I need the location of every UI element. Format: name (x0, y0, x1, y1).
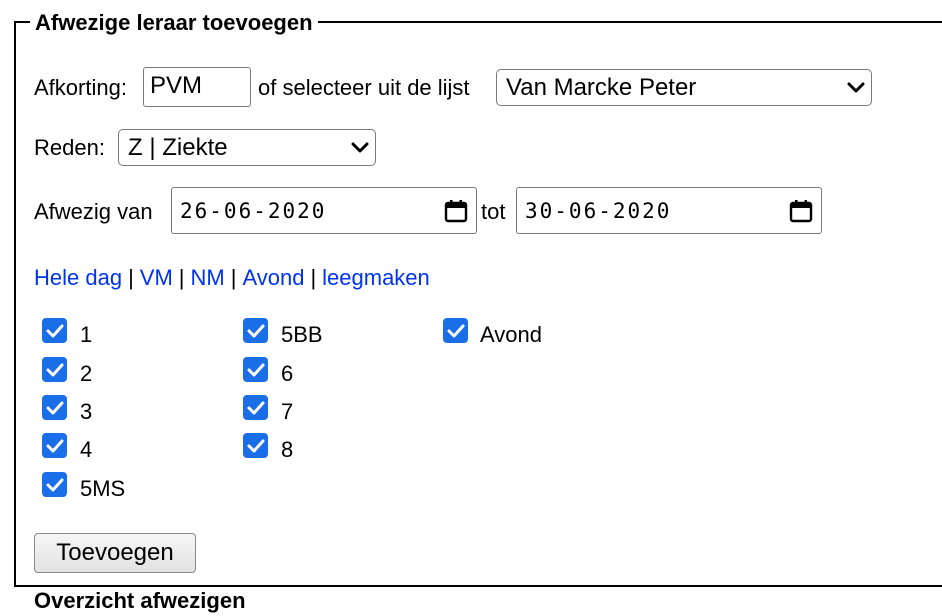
checkmark-icon (46, 324, 63, 337)
link-morning[interactable]: VM (140, 265, 173, 290)
period-checkbox-1[interactable] (42, 318, 67, 343)
teacher-select-value: Van Marcke Peter (506, 73, 697, 101)
select-from-list-label: of selecteer uit de lijst (258, 75, 470, 100)
checkmark-icon (247, 363, 264, 376)
link-separator: | (128, 265, 134, 290)
calendar-icon[interactable] (436, 199, 476, 223)
checkmark-icon (247, 324, 264, 337)
abbrev-input[interactable]: PVM (143, 67, 251, 107)
period-checkbox-evening[interactable] (443, 318, 468, 343)
checkmark-icon (247, 439, 264, 452)
period-label-3: 3 (80, 399, 93, 424)
checkmark-icon (46, 401, 63, 414)
chevron-down-icon (841, 70, 871, 105)
period-checkbox-2[interactable] (42, 357, 67, 382)
period-label-6: 6 (281, 361, 294, 386)
form-legend: Afwezige leraar toevoegen (30, 8, 318, 38)
link-whole-day[interactable]: Hele dag (34, 265, 122, 290)
period-checkbox-3[interactable] (42, 395, 67, 420)
quick-links: Hele dag | VM | NM | Avond | leegmaken (34, 263, 430, 293)
date-to-input[interactable]: 30-06-2020 (516, 187, 822, 234)
checkmark-icon (247, 401, 264, 414)
period-checkbox-5bb[interactable] (243, 318, 268, 343)
checkmark-icon (46, 363, 63, 376)
period-checkbox-5ms[interactable] (42, 472, 67, 497)
checkmark-icon (447, 324, 464, 337)
date-from-input[interactable]: 26-06-2020 (171, 187, 477, 234)
period-label-7: 7 (281, 399, 294, 424)
chevron-down-icon (345, 130, 375, 165)
period-label-evening: Avond (480, 322, 542, 347)
link-separator: | (310, 265, 317, 290)
link-afternoon[interactable]: NM (191, 265, 225, 290)
period-label-2: 2 (80, 361, 93, 386)
reason-select-value: Z | Ziekte (128, 133, 228, 161)
absent-from-label: Afwezig van (34, 199, 153, 224)
add-button[interactable]: Toevoegen (34, 533, 196, 573)
period-checkbox-6[interactable] (243, 357, 268, 382)
reason-label: Reden: (34, 135, 105, 160)
link-separator: | (230, 265, 237, 290)
checkmark-icon (46, 478, 63, 491)
period-label-5ms: 5MS (80, 476, 126, 501)
period-checkbox-4[interactable] (42, 433, 67, 458)
checkmark-icon (46, 439, 63, 452)
abbrev-value: PVM (150, 72, 203, 99)
abbrev-label: Afkorting: (34, 75, 127, 100)
period-label-4: 4 (80, 437, 93, 462)
period-checkbox-7[interactable] (243, 395, 268, 420)
link-separator: | (178, 265, 185, 290)
teacher-select[interactable]: Van Marcke Peter (496, 69, 872, 106)
link-evening[interactable]: Avond (242, 265, 304, 290)
link-clear[interactable]: leegmaken (322, 265, 430, 290)
date-from-value: 26-06-2020 (180, 198, 327, 223)
period-label-5bb: 5BB (281, 322, 323, 347)
reason-select[interactable]: Z | Ziekte (118, 129, 376, 166)
period-label-8: 8 (281, 437, 294, 462)
period-checkbox-8[interactable] (243, 433, 268, 458)
period-label-1: 1 (80, 322, 93, 347)
to-label: tot (481, 199, 506, 224)
overview-heading: Overzicht afwezigen (34, 588, 246, 613)
calendar-icon[interactable] (781, 199, 821, 223)
date-to-value: 30-06-2020 (525, 198, 672, 223)
